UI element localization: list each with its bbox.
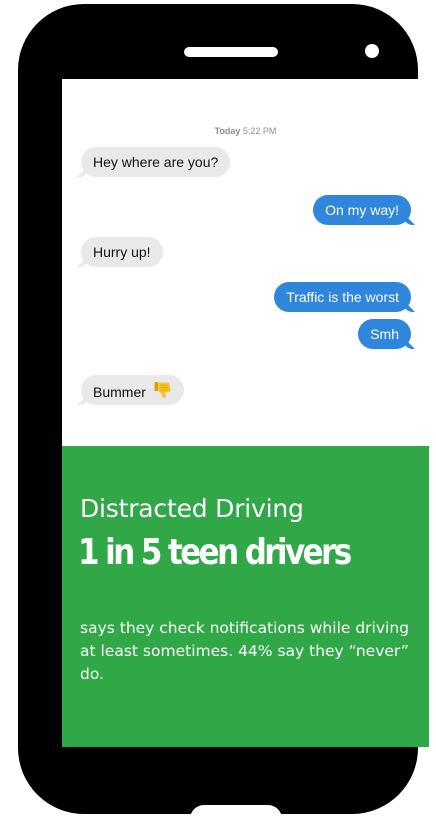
message-text: Hey where are you? bbox=[93, 154, 219, 170]
message-text: Hurry up! bbox=[93, 244, 151, 260]
statistic-description: says they check notifications while driv… bbox=[80, 619, 409, 683]
message-text: Bummer bbox=[93, 384, 146, 400]
message-timestamp: Today 5:22 PM bbox=[62, 126, 429, 136]
message-text: Smh bbox=[370, 326, 399, 342]
phone-frame: Today 5:22 PM Hey where are you? On my w… bbox=[18, 4, 429, 839]
message-text: On my way! bbox=[325, 202, 399, 218]
incoming-message-bubble: Hey where are you? bbox=[81, 147, 231, 177]
home-button bbox=[190, 805, 282, 839]
phone-speaker bbox=[184, 47, 278, 57]
outgoing-message-bubble: Smh bbox=[358, 319, 411, 349]
incoming-message-bubble: Bummer bbox=[81, 375, 184, 405]
phone-screen: Today 5:22 PM Hey where are you? On my w… bbox=[62, 79, 429, 747]
timestamp-day: Today bbox=[214, 126, 241, 136]
message-thread: Today 5:22 PM Hey where are you? On my w… bbox=[62, 79, 429, 446]
outgoing-message-bubble: On my way! bbox=[313, 195, 411, 225]
outgoing-message-bubble: Traffic is the worst bbox=[274, 282, 411, 312]
section-title: Distracted Driving bbox=[80, 494, 304, 523]
headline-statistic: 1 in 5 teen drivers bbox=[78, 532, 352, 573]
info-panel: Distracted Driving 1 in 5 teen drivers s… bbox=[62, 446, 429, 747]
incoming-message-bubble: Hurry up! bbox=[81, 237, 163, 267]
timestamp-time: 5:22 PM bbox=[242, 126, 277, 136]
thumbs-down-emoji-icon bbox=[154, 381, 172, 403]
phone-camera bbox=[365, 44, 379, 58]
message-text: Traffic is the worst bbox=[286, 289, 399, 305]
